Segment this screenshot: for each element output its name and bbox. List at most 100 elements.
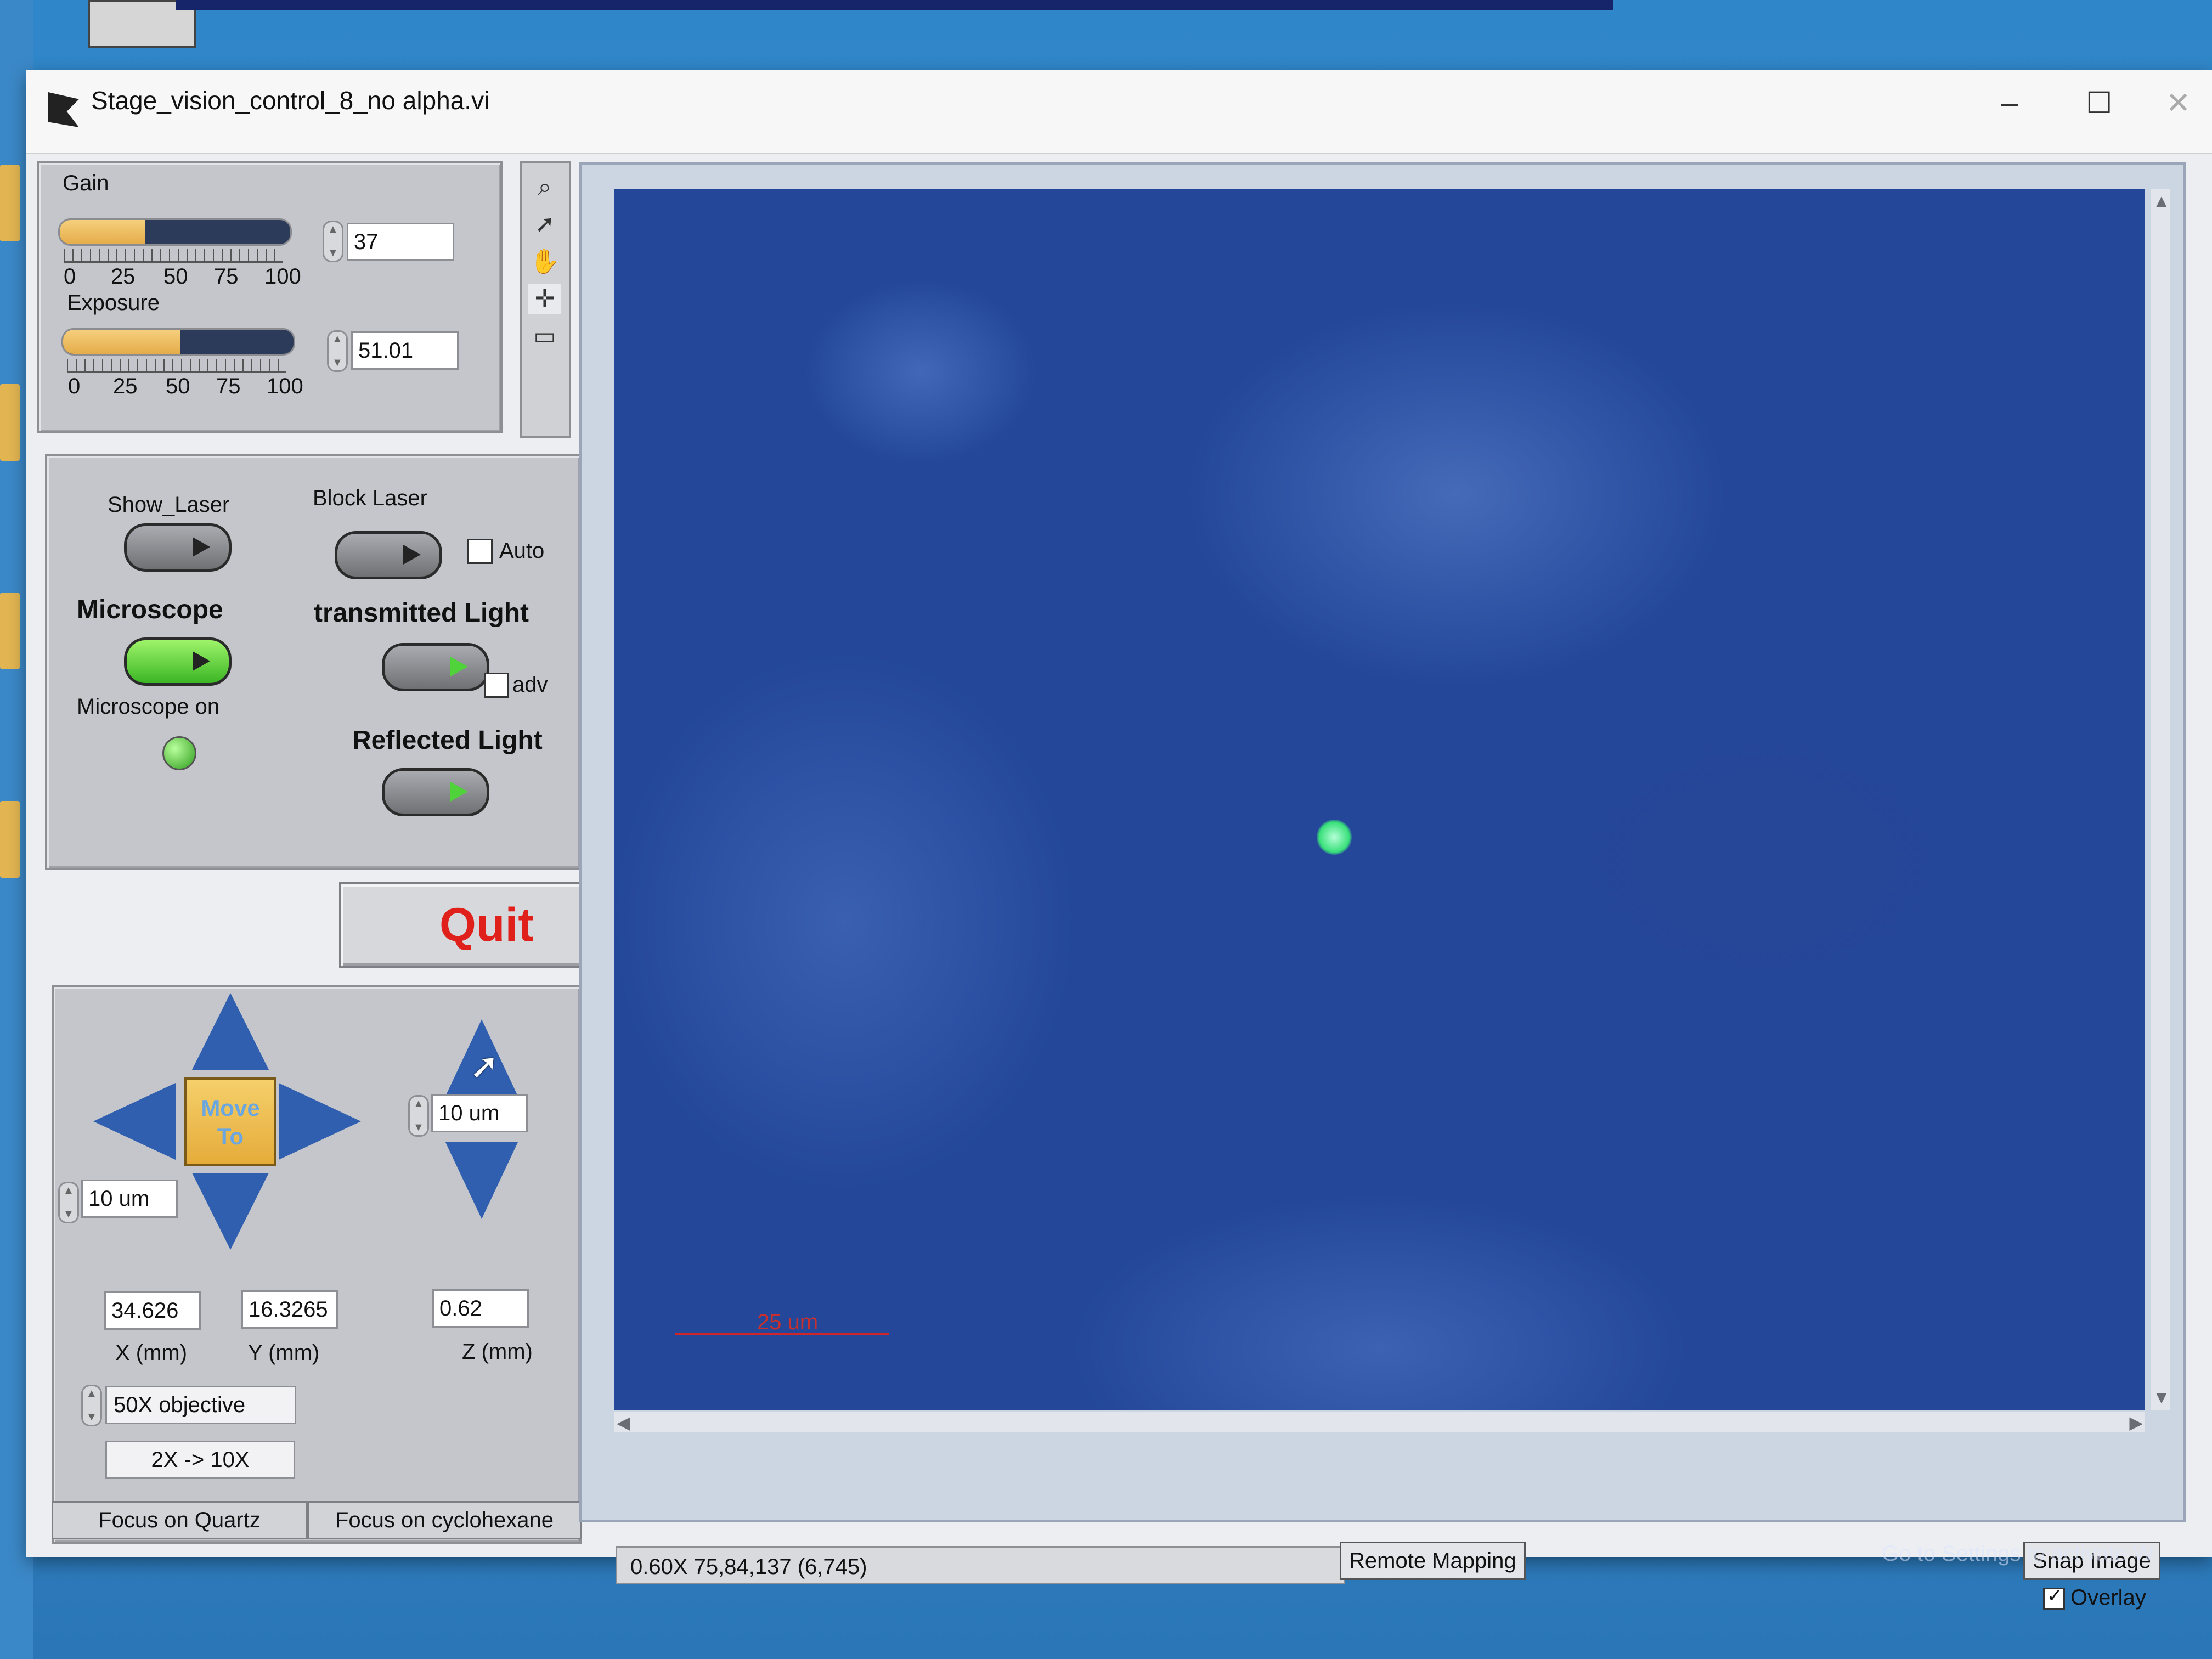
vertical-scrollbar[interactable]: ▲ ▼ xyxy=(2151,189,2170,1410)
toggle-arrow-icon xyxy=(193,651,210,671)
auto-label: Auto xyxy=(499,539,545,563)
move-to-label-line1: Move xyxy=(201,1095,260,1121)
exposure-slider-fill xyxy=(63,330,181,354)
microscope-toggle[interactable] xyxy=(124,637,232,686)
exposure-tick: 25 xyxy=(113,374,138,398)
gain-tick: 25 xyxy=(111,264,136,289)
exposure-tick: 75 xyxy=(216,374,241,398)
exposure-tick: 100 xyxy=(267,374,303,398)
camera-settings-panel: Gain 0 25 50 75 100 37 Exposure 0 25 50 … xyxy=(37,161,503,433)
desktop-folder-icon[interactable] xyxy=(0,801,20,878)
crosshair-icon[interactable]: ✛ xyxy=(528,284,561,314)
microscope-image[interactable]: 25 um xyxy=(614,189,2145,1410)
gain-spinner[interactable] xyxy=(323,221,343,262)
scroll-left-icon[interactable]: ◀ xyxy=(617,1412,630,1433)
image-tool-palette: ⌕ ➚ ✋ ✛ ▭ xyxy=(520,161,571,438)
light-control-panel: Show_Laser Block Laser Auto Microscope M… xyxy=(45,454,582,870)
block-laser-toggle[interactable] xyxy=(335,531,442,579)
stage-left-arrow[interactable] xyxy=(93,1083,176,1160)
gain-input[interactable]: 37 xyxy=(347,223,454,261)
z-step-spinner[interactable] xyxy=(408,1095,429,1137)
image-display-frame: 25 um ▲ ▼ ◀ ▶ xyxy=(579,162,2186,1522)
exposure-spinner[interactable] xyxy=(327,330,348,372)
gain-slider[interactable] xyxy=(58,218,292,246)
toggle-arrow-icon xyxy=(450,657,468,676)
z-position-value: 0.62 xyxy=(432,1289,529,1328)
scroll-up-icon[interactable]: ▲ xyxy=(2153,191,2170,211)
zoom-icon[interactable]: ⌕ xyxy=(528,172,561,202)
block-laser-label: Block Laser xyxy=(313,486,427,510)
adv-checkbox[interactable] xyxy=(484,673,509,698)
objective-selector[interactable]: 50X objective xyxy=(105,1386,296,1424)
image-status-readout: 0.60X 75,84,137 (6,745) xyxy=(616,1546,1345,1584)
gain-tick: 0 xyxy=(64,264,76,289)
y-position-value: 16.3265 xyxy=(241,1290,338,1329)
x-position-value: 34.626 xyxy=(104,1291,201,1330)
show-laser-label: Show_Laser xyxy=(108,493,230,517)
overlay-label: Overlay xyxy=(2070,1585,2146,1610)
gain-tick: 100 xyxy=(264,264,301,289)
stage-right-arrow[interactable] xyxy=(279,1083,361,1160)
xy-step-input[interactable]: 10 um xyxy=(81,1180,178,1218)
taskbar-edge xyxy=(176,0,1613,10)
objective-spinner[interactable] xyxy=(81,1385,102,1426)
focus-on-quartz-tab[interactable]: Focus on Quartz xyxy=(52,1501,307,1539)
stage-down-arrow[interactable] xyxy=(192,1173,269,1250)
microscope-label: Microscope xyxy=(77,595,223,624)
gain-tick: 50 xyxy=(163,264,188,289)
transmitted-light-toggle[interactable] xyxy=(382,643,489,691)
labview-window: Stage_vision_control_8_no alpha.vi – ☐ ✕… xyxy=(26,70,2212,1610)
objective-switch-button[interactable]: 2X -> 10X xyxy=(105,1441,295,1479)
rectangle-icon[interactable]: ▭ xyxy=(528,321,561,352)
move-to-label-line2: To xyxy=(217,1124,244,1149)
fluorescent-spot xyxy=(1317,820,1352,855)
toggle-arrow-icon xyxy=(450,782,468,802)
overlay-option[interactable]: Overlay xyxy=(2043,1585,2146,1610)
horizontal-scrollbar[interactable]: ◀ ▶ xyxy=(614,1412,2145,1432)
exposure-label: Exposure xyxy=(67,291,160,315)
z-step-input[interactable]: 10 um xyxy=(431,1094,528,1132)
move-to-button[interactable]: Move To xyxy=(184,1077,276,1166)
exposure-input[interactable]: 51.01 xyxy=(351,331,459,370)
scroll-down-icon[interactable]: ▼ xyxy=(2153,1387,2170,1408)
desktop-folder-icon[interactable] xyxy=(0,592,20,669)
transmitted-light-label: transmitted Light xyxy=(314,599,529,628)
toggle-arrow-icon xyxy=(403,545,421,565)
exposure-scale xyxy=(67,359,286,373)
exposure-tick: 0 xyxy=(68,374,81,398)
auto-checkbox[interactable] xyxy=(467,539,493,564)
desktop-folder-icon[interactable] xyxy=(0,165,20,241)
xy-step-spinner[interactable] xyxy=(58,1182,79,1223)
gain-scale xyxy=(64,249,283,263)
pointer-icon[interactable]: ➚ xyxy=(528,209,561,240)
minimize-button[interactable]: – xyxy=(2001,86,2018,120)
gain-tick: 75 xyxy=(214,264,239,289)
exposure-slider[interactable] xyxy=(61,328,295,356)
microscope-on-label: Microscope on xyxy=(77,695,220,719)
close-button[interactable]: ✕ xyxy=(2166,86,2191,120)
x-label: X (mm) xyxy=(115,1341,188,1365)
desktop-folder-icon[interactable] xyxy=(0,384,20,461)
y-label: Y (mm) xyxy=(248,1341,320,1365)
toggle-arrow-icon xyxy=(193,537,210,557)
maximize-button[interactable]: ☐ xyxy=(2086,86,2112,120)
overlay-checkbox[interactable] xyxy=(2043,1585,2065,1610)
window-title: Stage_vision_control_8_no alpha.vi xyxy=(91,86,490,115)
z-down-arrow[interactable] xyxy=(445,1142,518,1219)
title-bar[interactable]: Stage_vision_control_8_no alpha.vi – ☐ ✕ xyxy=(26,70,2212,154)
z-label: Z (mm) xyxy=(462,1340,533,1364)
scroll-right-icon[interactable]: ▶ xyxy=(2129,1412,2143,1433)
hand-icon[interactable]: ✋ xyxy=(528,246,561,277)
windows-activation-watermark: Go to Settings to activate W xyxy=(1882,1542,2154,1566)
stage-up-arrow[interactable] xyxy=(192,993,269,1070)
reflected-light-toggle[interactable] xyxy=(382,768,489,816)
remote-mapping-button[interactable]: Remote Mapping xyxy=(1340,1542,1526,1580)
microscope-on-indicator xyxy=(162,736,196,770)
mouse-cursor-icon: ➚ xyxy=(470,1046,499,1086)
focus-on-cyclohexane-tab[interactable]: Focus on cyclohexane xyxy=(307,1501,582,1539)
exposure-tick: 50 xyxy=(166,374,190,398)
gain-label: Gain xyxy=(63,171,109,195)
gain-slider-fill xyxy=(60,220,145,244)
show-laser-toggle[interactable] xyxy=(124,523,232,572)
labview-app-icon xyxy=(48,92,79,127)
